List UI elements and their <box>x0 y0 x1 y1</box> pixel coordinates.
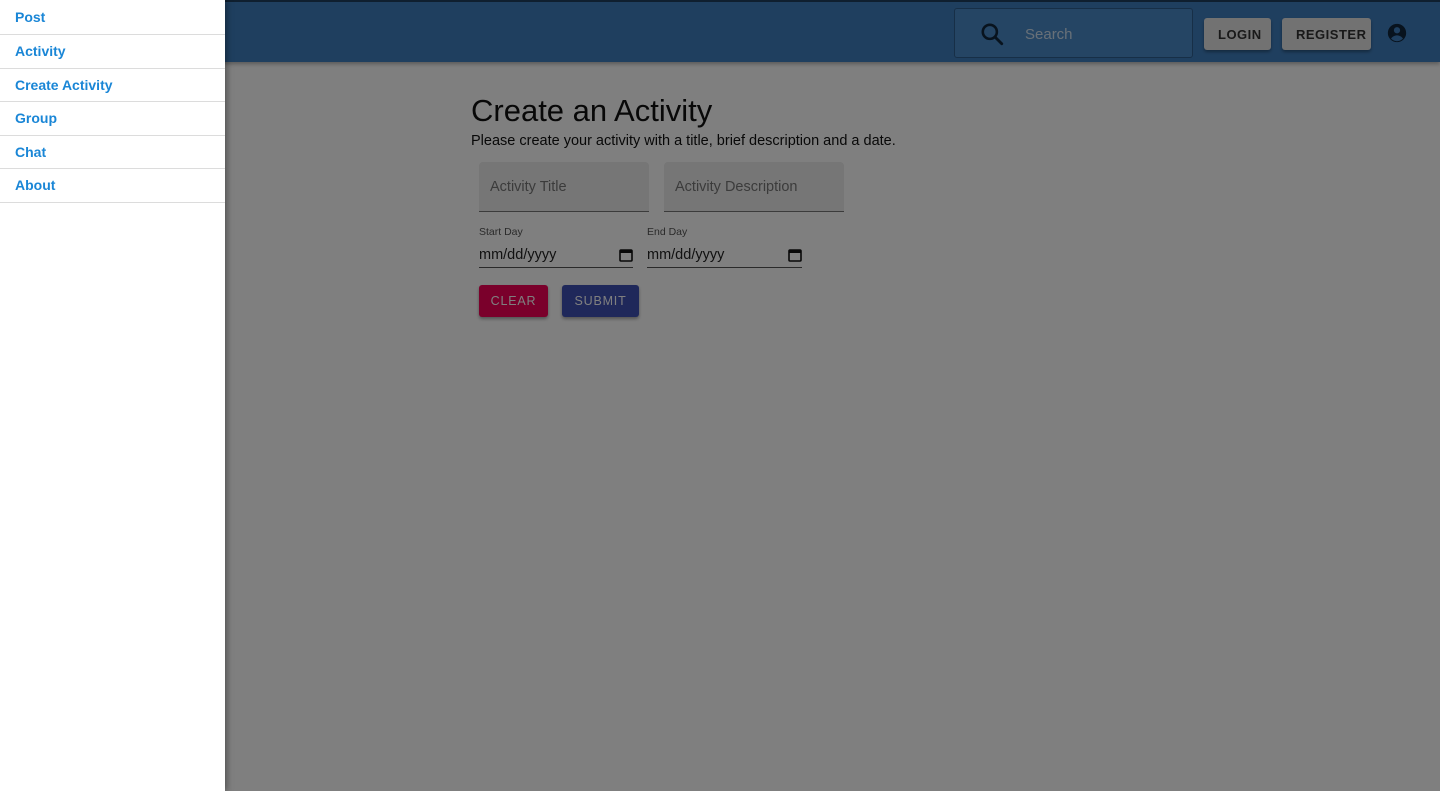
drawer-item-create-activity[interactable]: Create Activity <box>0 69 225 102</box>
drawer-item-post[interactable]: Post <box>0 0 225 35</box>
drawer-item-chat[interactable]: Chat <box>0 136 225 169</box>
drawer-item-group[interactable]: Group <box>0 102 225 136</box>
drawer-item-activity[interactable]: Activity <box>0 35 225 69</box>
drawer-item-about[interactable]: About <box>0 169 225 203</box>
nav-drawer: Post Activity Create Activity Group Chat… <box>0 0 225 791</box>
